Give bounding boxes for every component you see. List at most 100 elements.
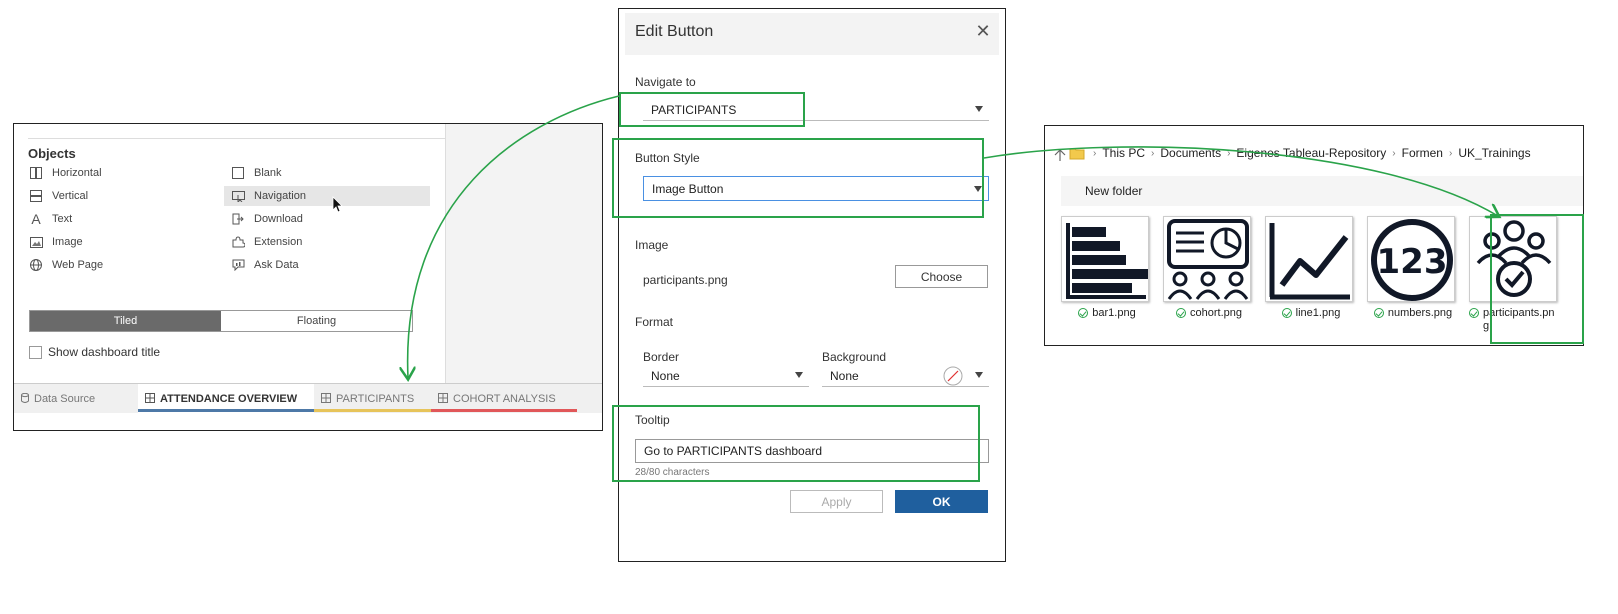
- object-label: Blank: [254, 167, 282, 179]
- text-icon: A: [31, 211, 41, 227]
- highlight-participants-file: [1490, 214, 1584, 344]
- border-label: Border: [643, 350, 680, 364]
- chevron-right-icon: ›: [1151, 147, 1155, 159]
- object-blank[interactable]: Blank: [230, 163, 430, 183]
- sync-check-icon: [1281, 308, 1292, 318]
- image-icon: [28, 235, 44, 249]
- canvas-area: [446, 124, 602, 384]
- numbers-thumbnail-icon: 123: [1367, 216, 1455, 302]
- object-ask-data[interactable]: Ask Data: [230, 255, 299, 275]
- database-icon: [21, 392, 29, 406]
- layout-toggle: Tiled Floating: [29, 310, 413, 332]
- new-folder-button[interactable]: New folder: [1085, 184, 1142, 198]
- breadcrumb: › This PC › Documents › Eigenes Tableau-…: [1087, 146, 1531, 160]
- globe-icon: [28, 258, 44, 272]
- object-label: Download: [254, 213, 303, 225]
- tab-color-bar: [314, 409, 431, 412]
- background-dropdown[interactable]: None: [822, 365, 989, 387]
- object-web-page[interactable]: Web Page: [28, 255, 103, 275]
- breadcrumb-item[interactable]: Documents: [1160, 146, 1221, 160]
- object-horizontal[interactable]: Horizontal: [28, 163, 102, 183]
- background-label: Background: [822, 350, 887, 364]
- breadcrumb-item[interactable]: UK_Trainings: [1458, 146, 1530, 160]
- object-vertical[interactable]: Vertical: [28, 186, 88, 206]
- tab-label: Data Source: [34, 393, 96, 405]
- divider: [28, 138, 446, 139]
- folder-icon: [1069, 146, 1085, 165]
- chevron-right-icon: ›: [1227, 147, 1231, 159]
- chevron-down-icon: [975, 372, 983, 378]
- object-label: Text: [52, 213, 73, 225]
- chevron-right-icon: ›: [1392, 147, 1396, 159]
- file-item[interactable]: bar1.png: [1061, 216, 1153, 326]
- sync-check-icon: [1469, 308, 1479, 318]
- file-item[interactable]: cohort.png: [1163, 216, 1255, 326]
- vertical-icon: [28, 189, 44, 203]
- sync-check-icon: [1373, 308, 1384, 318]
- objects-title: Objects: [28, 146, 76, 161]
- tab-data-source[interactable]: Data Source: [14, 384, 138, 414]
- file-name: cohort.png: [1190, 307, 1242, 319]
- mouse-cursor-icon: [332, 196, 344, 219]
- explorer-toolbar: New folder: [1061, 176, 1583, 206]
- chevron-down-icon: [795, 372, 803, 378]
- dashboard-panel: Objects Horizontal Vertical A Text Image…: [13, 123, 603, 431]
- tab-attendance-overview[interactable]: ATTENDANCE OVERVIEW: [138, 384, 314, 414]
- border-value: None: [651, 368, 680, 383]
- object-text[interactable]: A Text: [28, 209, 72, 229]
- chevron-right-icon: ›: [1448, 147, 1453, 159]
- show-title-checkbox[interactable]: [29, 345, 42, 359]
- sync-check-icon: [1078, 308, 1089, 318]
- object-label: Ask Data: [254, 259, 299, 271]
- image-label: Image: [635, 238, 669, 252]
- object-extension[interactable]: Extension: [230, 232, 302, 252]
- object-download[interactable]: Download: [230, 209, 303, 229]
- bar-chart-thumbnail-icon: [1061, 216, 1149, 302]
- dialog-header: Edit Button ✕: [625, 13, 999, 55]
- highlight-navigate-to: [619, 92, 805, 127]
- chevron-right-icon: ›: [1093, 147, 1097, 159]
- floating-button[interactable]: Floating: [221, 311, 412, 331]
- file-name: numbers.png: [1387, 307, 1453, 319]
- presentation-thumbnail-icon: [1163, 216, 1251, 302]
- show-title-label: Show dashboard title: [48, 345, 161, 359]
- ok-button[interactable]: OK: [895, 490, 988, 513]
- format-label: Format: [635, 315, 674, 329]
- highlight-button-style: [612, 138, 984, 218]
- file-name: bar1.png: [1092, 307, 1136, 319]
- tab-cohort-analysis[interactable]: COHORT ANALYSIS: [431, 384, 577, 414]
- tiled-button[interactable]: Tiled: [30, 311, 221, 331]
- file-item[interactable]: line1.png: [1265, 216, 1357, 326]
- sheet-grid-icon: [145, 392, 155, 406]
- choose-button[interactable]: Choose: [895, 265, 988, 288]
- navigate-to-label: Navigate to: [635, 75, 696, 89]
- navigation-icon: [230, 189, 246, 203]
- breadcrumb-item[interactable]: Formen: [1402, 146, 1443, 160]
- tab-label: COHORT ANALYSIS: [453, 393, 556, 405]
- tab-label: PARTICIPANTS: [336, 393, 415, 405]
- object-label: Web Page: [52, 259, 104, 271]
- no-color-icon: [943, 366, 963, 389]
- sync-check-icon: [1176, 308, 1186, 318]
- line-chart-thumbnail-icon: [1265, 216, 1353, 302]
- tab-participants[interactable]: PARTICIPANTS: [314, 384, 431, 414]
- image-filename: participants.png: [643, 273, 728, 287]
- up-arrow-icon[interactable]: [1053, 148, 1067, 167]
- show-title-option[interactable]: Show dashboard title: [29, 345, 160, 359]
- breadcrumb-item[interactable]: This PC: [1102, 146, 1145, 160]
- sheet-grid-icon: [438, 392, 448, 406]
- apply-button[interactable]: Apply: [790, 490, 883, 513]
- object-navigation[interactable]: Navigation: [224, 186, 430, 206]
- dialog-title: Edit Button: [635, 23, 714, 40]
- blank-icon: [230, 166, 246, 180]
- border-dropdown[interactable]: None: [643, 365, 809, 387]
- file-name: line1.png: [1295, 307, 1341, 319]
- ask-data-icon: [230, 258, 246, 272]
- file-item[interactable]: 123 numbers.png: [1367, 216, 1459, 326]
- sheet-grid-icon: [321, 392, 331, 406]
- object-image[interactable]: Image: [28, 232, 83, 252]
- download-icon: [230, 212, 246, 226]
- close-icon[interactable]: ✕: [973, 21, 993, 42]
- object-label: Navigation: [254, 190, 306, 202]
- breadcrumb-item[interactable]: Eigenes Tableau-Repository: [1236, 146, 1386, 160]
